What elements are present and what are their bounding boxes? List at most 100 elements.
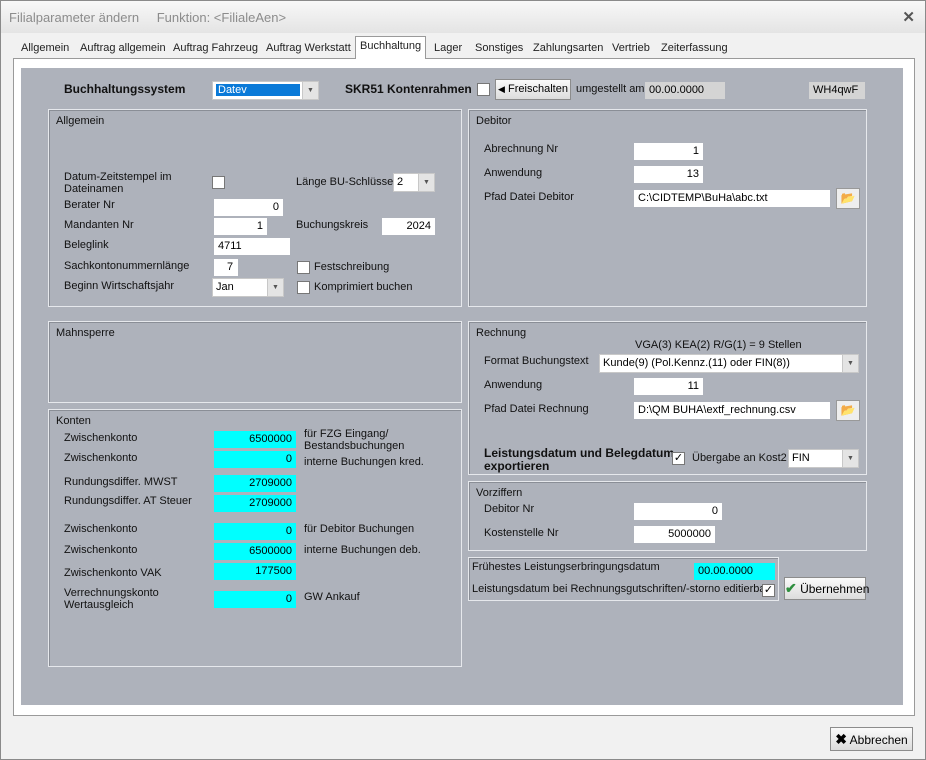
fruehestes-label: Frühestes Leistungserbringungsdatum <box>472 561 660 573</box>
anwendung-debitor-field[interactable]: 13 <box>634 166 703 183</box>
buchhaltungssystem-value: Datev <box>216 84 300 96</box>
freischalten-label: Freischalten <box>508 83 568 95</box>
format-buchungstext-select[interactable]: Kunde(9) (Pol.Kennz.(11) oder FIN(8)) ▼ <box>599 354 859 373</box>
umgestellt-field[interactable]: 00.00.0000 <box>645 82 725 99</box>
abrechnung-label: Abrechnung Nr <box>484 143 558 155</box>
laenge-bu-value: 2 <box>397 176 404 188</box>
konten-label: Zwischenkonto <box>64 523 138 535</box>
freischalten-button[interactable]: ◀ Freischalten <box>495 79 571 100</box>
komprimiert-checkbox[interactable] <box>297 281 310 294</box>
anwendung-debitor-label: Anwendung <box>484 167 543 179</box>
sachkonto-field[interactable]: 7 <box>214 259 238 276</box>
debitor-title: Debitor <box>476 115 512 127</box>
tab-auftrag-werkstatt[interactable]: Auftrag Werkstatt <box>262 39 355 59</box>
uebernehmen-button[interactable]: ✔ Übernehmen <box>784 577 870 600</box>
beleglink-field[interactable]: 4711 <box>214 238 290 255</box>
arrow-left-icon: ◀ <box>498 84 505 94</box>
tab-lager[interactable]: Lager <box>430 39 466 59</box>
laenge-bu-select[interactable]: 2 ▼ <box>393 173 435 192</box>
debitor-group: Debitor <box>468 109 867 307</box>
folder-open-icon[interactable]: 📂 <box>836 188 860 209</box>
title-text: Filialparameter ändern <box>9 10 140 25</box>
uebergabe-kost2-label: Übergabe an Kost2 <box>692 452 787 464</box>
vorziffern-debitor-field[interactable]: 0 <box>634 503 722 520</box>
fruehestes-field[interactable]: 00.00.0000 <box>694 563 775 580</box>
abrechnung-field[interactable]: 1 <box>634 143 703 160</box>
rechnung-title: Rechnung <box>476 327 527 339</box>
festschreibung-checkbox[interactable] <box>297 261 310 274</box>
close-x-icon: ✖ <box>835 731 847 747</box>
datum-zeitstempel-checkbox[interactable] <box>212 176 225 189</box>
vorziffern-title: Vorziffern <box>476 487 523 499</box>
mahnsperre-title: Mahnsperre <box>56 327 115 339</box>
konten-value[interactable]: 0 <box>214 591 296 608</box>
tab-auftrag-fahrzeug[interactable]: Auftrag Fahrzeug <box>169 39 262 59</box>
tab-zahlungsarten[interactable]: Zahlungsarten <box>529 39 607 59</box>
sachkonto-label: Sachkontonummernlänge <box>64 260 190 272</box>
konten-value[interactable]: 0 <box>214 523 296 540</box>
laenge-bu-label: Länge BU-Schlüssel <box>296 176 396 188</box>
skr51-label: SKR51 Kontenrahmen <box>345 82 472 96</box>
uebergabe-kost2-value: FIN <box>792 452 810 464</box>
title-bar: Filialparameter ändern Funktion: <Filial… <box>1 1 925 33</box>
beleglink-label: Beleglink <box>64 239 109 251</box>
abbrechen-label: Abbrechen <box>849 733 908 747</box>
beginn-wj-select[interactable]: Jan ▼ <box>212 278 284 297</box>
vorziffern-debitor-label: Debitor Nr <box>484 503 535 515</box>
konten-label: Zwischenkonto <box>64 544 138 556</box>
dialog-window: Filialparameter ändern Funktion: <Filial… <box>0 0 926 760</box>
skr51-checkbox[interactable] <box>477 83 490 96</box>
konten-value[interactable]: 0 <box>214 451 296 468</box>
berater-field[interactable]: 0 <box>214 199 283 216</box>
pfad-debitor-field[interactable]: C:\CIDTEMP\BuHa\abc.txt <box>634 190 830 207</box>
buchhaltungssystem-label: Buchhaltungssystem <box>64 82 186 96</box>
konten-label: Rundungsdiffer. MWST <box>64 476 178 488</box>
konten-note: interne Buchungen kred. <box>304 456 424 468</box>
tab-zeiterfassung[interactable]: Zeiterfassung <box>657 39 732 59</box>
pfad-rechnung-field[interactable]: D:\QM BUHA\extf_rechnung.csv <box>634 402 830 419</box>
buchungskreis-field[interactable]: 2024 <box>382 218 435 235</box>
beginn-wj-value: Jan <box>216 281 234 293</box>
konten-value[interactable]: 2709000 <box>214 495 296 512</box>
abbrechen-button[interactable]: ✖ Abbrechen <box>830 727 913 751</box>
kostenstelle-field[interactable]: 5000000 <box>634 526 715 543</box>
festschreibung-label: Festschreibung <box>314 261 390 273</box>
close-icon[interactable]: ✕ <box>902 8 915 26</box>
checkmark-icon: ✔ <box>785 580 797 596</box>
chevron-down-icon: ▼ <box>842 355 858 372</box>
mandanten-label: Mandanten Nr <box>64 219 134 231</box>
konten-value[interactable]: 2709000 <box>214 475 296 492</box>
konten-label: Zwischenkonto <box>64 452 138 464</box>
allgemein-title: Allgemein <box>56 115 105 127</box>
editierbar-checkbox[interactable]: ✓ <box>762 584 775 597</box>
anwendung-rechnung-field[interactable]: 11 <box>634 378 703 395</box>
leistungsdatum-export-checkbox[interactable]: ✓ <box>672 452 685 465</box>
buchhaltungssystem-select[interactable]: Datev ▼ <box>212 81 319 100</box>
anwendung-rechnung-label: Anwendung <box>484 379 543 391</box>
berater-label: Berater Nr <box>64 199 115 211</box>
uebergabe-kost2-select[interactable]: FIN ▼ <box>788 449 859 468</box>
chevron-down-icon: ▼ <box>302 82 318 99</box>
tab-vertrieb[interactable]: Vertrieb <box>608 39 654 59</box>
tab-buchhaltung[interactable]: Buchhaltung <box>355 36 427 59</box>
tab-auftrag-allgemein[interactable]: Auftrag allgemein <box>76 39 170 59</box>
konten-title: Konten <box>56 415 91 427</box>
tab-allgemein[interactable]: Allgemein <box>17 39 73 59</box>
konten-value[interactable]: 6500000 <box>214 543 296 560</box>
pfad-debitor-label: Pfad Datei Debitor <box>484 191 574 203</box>
window-title: Filialparameter ändern Funktion: <Filial… <box>9 10 300 25</box>
format-buchungstext-label: Format Buchungstext <box>484 355 589 367</box>
uebernehmen-label: Übernehmen <box>800 582 870 596</box>
datum-zeitstempel-label: Datum-Zeitstempel im Dateinamen <box>64 171 172 195</box>
rechnung-hint: VGA(3) KEA(2) R/G(1) = 9 Stellen <box>635 339 802 351</box>
komprimiert-label: Komprimiert buchen <box>314 281 413 293</box>
format-buchungstext-value: Kunde(9) (Pol.Kennz.(11) oder FIN(8)) <box>603 357 790 369</box>
tab-sonstiges[interactable]: Sonstiges <box>471 39 527 59</box>
folder-open-icon[interactable]: 📂 <box>836 400 860 421</box>
mandanten-field[interactable]: 1 <box>214 218 267 235</box>
beginn-wj-label: Beginn Wirtschaftsjahr <box>64 280 175 292</box>
mahnsperre-group: Mahnsperre <box>48 321 462 403</box>
konten-label: Rundungsdiffer. AT Steuer <box>64 495 192 507</box>
konten-value[interactable]: 6500000 <box>214 431 296 448</box>
konten-value[interactable]: 177500 <box>214 563 296 580</box>
